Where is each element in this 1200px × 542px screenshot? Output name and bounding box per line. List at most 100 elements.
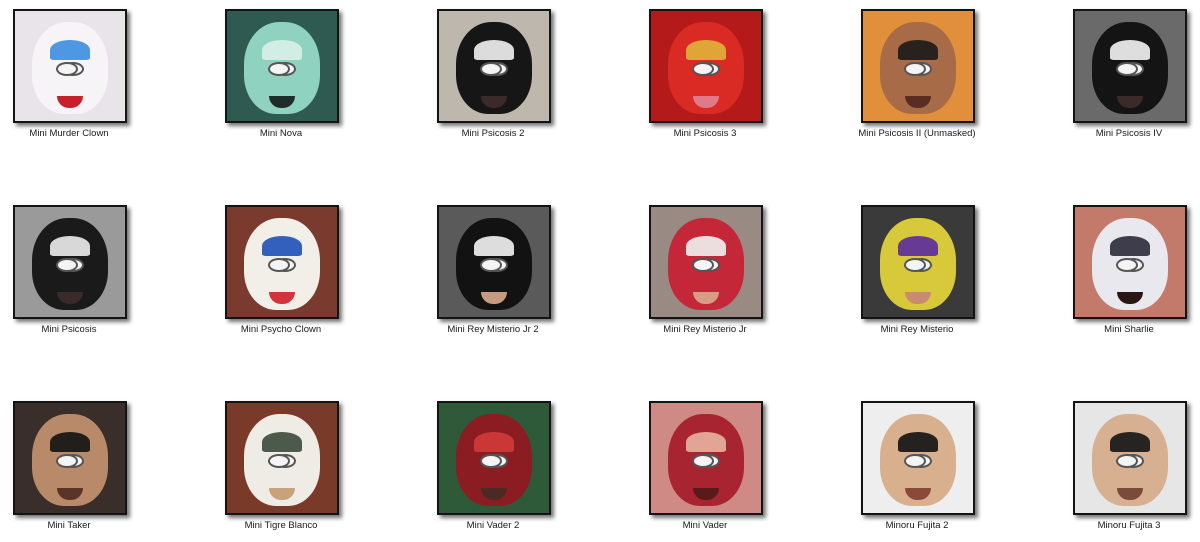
mask-accent — [686, 432, 726, 453]
mouth — [269, 292, 295, 305]
file-name-label[interactable]: Mini Rey Misterio Jr — [599, 324, 811, 335]
file-name-label[interactable]: Mini Tigre Blanco — [175, 520, 387, 531]
file-name-label[interactable]: Mini Vader 2 — [387, 520, 599, 531]
thumbnail[interactable] — [13, 205, 127, 319]
thumbnail[interactable] — [437, 9, 551, 123]
thumbnail[interactable] — [13, 9, 127, 123]
face-icon — [32, 414, 108, 507]
file-item[interactable]: Mini Rey Misterio — [811, 196, 1023, 346]
mouth — [481, 488, 507, 501]
file-item[interactable]: Mini Psycho Clown — [175, 196, 387, 346]
mask-accent — [898, 432, 938, 453]
file-name-label[interactable]: Mini Rey Misterio — [811, 324, 1023, 335]
mouth — [693, 292, 719, 305]
thumbnail[interactable] — [861, 205, 975, 319]
thumbnail[interactable] — [1073, 9, 1187, 123]
file-item[interactable]: Mini Psicosis II (Unmasked) — [811, 0, 1023, 150]
file-item[interactable]: Mini Psicosis 3 — [599, 0, 811, 150]
file-name-label[interactable]: Mini Rey Misterio Jr 2 — [387, 324, 599, 335]
mouth — [1117, 488, 1143, 501]
mask-icon — [456, 218, 532, 311]
mouth — [269, 488, 295, 501]
file-explorer-grid: Mini Murder Clown Mini Nova Mini Psicosis … — [0, 0, 1200, 534]
file-item[interactable]: Mini Rey Misterio Jr — [599, 196, 811, 346]
mask-accent — [50, 40, 90, 61]
mouth — [269, 96, 295, 109]
file-item[interactable]: Mini Murder Clown — [0, 0, 175, 150]
file-item[interactable]: Mini Psicosis — [0, 196, 175, 346]
file-item[interactable]: Mini Psicosis 2 — [387, 0, 599, 150]
file-name-label[interactable]: Mini Psicosis II (Unmasked) — [811, 128, 1023, 139]
mask-accent — [686, 40, 726, 61]
thumbnail[interactable] — [225, 205, 339, 319]
file-name-label[interactable]: Mini Psicosis — [0, 324, 175, 335]
thumbnail[interactable] — [225, 401, 339, 515]
mask-accent — [1110, 40, 1150, 61]
face-icon — [880, 22, 956, 115]
file-name-label[interactable]: Mini Psicosis IV — [1023, 128, 1200, 139]
thumbnail[interactable] — [649, 9, 763, 123]
clown-mask-icon — [244, 218, 320, 311]
mouth — [693, 488, 719, 501]
file-name-label[interactable]: Mini Nova — [175, 128, 387, 139]
file-item[interactable]: Mini Tigre Blanco — [175, 392, 387, 542]
mouth — [481, 292, 507, 305]
file-name-label[interactable]: Mini Psycho Clown — [175, 324, 387, 335]
file-item[interactable]: Mini Taker — [0, 392, 175, 542]
file-name-label[interactable]: Minoru Fujita 2 — [811, 520, 1023, 531]
mask-accent — [898, 40, 938, 61]
thumbnail[interactable] — [437, 205, 551, 319]
mask-accent — [262, 236, 302, 257]
mask-accent — [898, 236, 938, 257]
mask-accent — [474, 40, 514, 61]
mouth — [481, 96, 507, 109]
file-name-label[interactable]: Mini Psicosis 3 — [599, 128, 811, 139]
thumbnail[interactable] — [225, 9, 339, 123]
mask-icon — [668, 22, 744, 115]
file-item[interactable]: Mini Psicosis IV — [1023, 0, 1200, 150]
mask-icon — [244, 22, 320, 115]
mask-accent — [1110, 236, 1150, 257]
file-name-label[interactable]: Mini Psicosis 2 — [387, 128, 599, 139]
mask-icon — [456, 414, 532, 507]
file-item[interactable]: Mini Nova — [175, 0, 387, 150]
mask-accent — [50, 432, 90, 453]
file-name-label[interactable]: Mini Sharlie — [1023, 324, 1200, 335]
thumbnail[interactable] — [1073, 205, 1187, 319]
thumbnail[interactable] — [861, 9, 975, 123]
mask-accent — [1110, 432, 1150, 453]
mask-icon — [668, 414, 744, 507]
mouth — [57, 488, 83, 501]
file-item[interactable]: Minoru Fujita 2 — [811, 392, 1023, 542]
mask-accent — [262, 432, 302, 453]
mask-icon — [244, 414, 320, 507]
mouth — [905, 96, 931, 109]
mask-icon — [456, 22, 532, 115]
thumbnail[interactable] — [649, 401, 763, 515]
file-name-label[interactable]: Mini Taker — [0, 520, 175, 531]
face-paint-icon — [1092, 218, 1168, 311]
mouth — [905, 292, 931, 305]
mask-accent — [474, 236, 514, 257]
file-name-label[interactable]: Mini Murder Clown — [0, 128, 175, 139]
thumbnail[interactable] — [13, 401, 127, 515]
mask-accent — [262, 40, 302, 61]
face-icon — [880, 414, 956, 507]
file-name-label[interactable]: Minoru Fujita 3 — [1023, 520, 1200, 531]
file-item[interactable]: Mini Rey Misterio Jr 2 — [387, 196, 599, 346]
thumbnail[interactable] — [437, 401, 551, 515]
mask-accent — [50, 236, 90, 257]
mouth — [905, 488, 931, 501]
mask-icon — [32, 218, 108, 311]
thumbnail[interactable] — [861, 401, 975, 515]
thumbnail[interactable] — [649, 205, 763, 319]
file-item[interactable]: Minoru Fujita 3 — [1023, 392, 1200, 542]
mask-icon — [880, 218, 956, 311]
file-item[interactable]: Mini Vader 2 — [387, 392, 599, 542]
thumbnail[interactable] — [1073, 401, 1187, 515]
mouth — [1117, 292, 1143, 305]
file-name-label[interactable]: Mini Vader — [599, 520, 811, 531]
file-item[interactable]: Mini Sharlie — [1023, 196, 1200, 346]
file-item[interactable]: Mini Vader — [599, 392, 811, 542]
mouth — [57, 96, 83, 109]
